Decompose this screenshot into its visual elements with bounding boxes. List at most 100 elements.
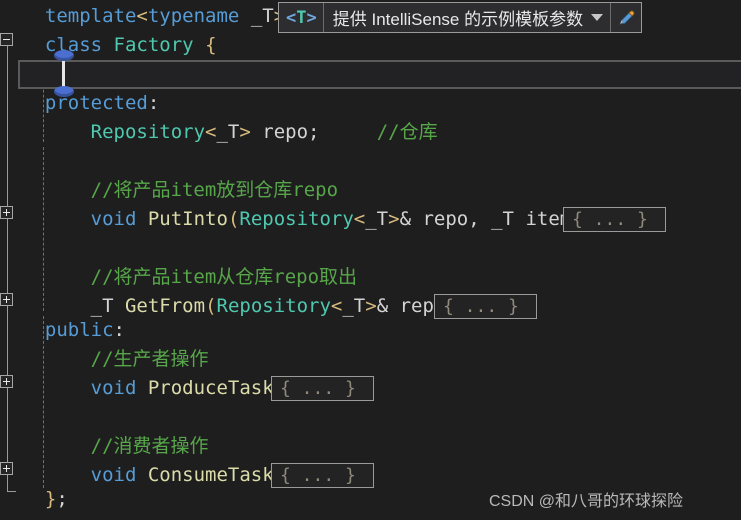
code-line-text: Repository<_T> repo; //仓库 — [0, 121, 438, 143]
code-line-2[interactable]: class Factory { — [0, 31, 217, 60]
token-type: Repository — [216, 295, 331, 317]
token-br1: { — [205, 34, 217, 56]
snippet-handle-bottom[interactable] — [54, 86, 74, 97]
code-line-18[interactable]: }; — [0, 485, 68, 514]
token-com: //仓库 — [376, 121, 438, 143]
token-kw: template — [44, 5, 137, 27]
token-pun: : — [113, 319, 125, 341]
token-type: Repository — [239, 208, 354, 230]
code-line-12[interactable]: public: — [0, 316, 125, 345]
code-line-text: }; — [0, 488, 68, 510]
token-fn: PutInto — [147, 208, 228, 230]
token-pun — [22, 5, 45, 27]
code-line-8[interactable]: void PutInto(Repository<_T>& repo, _T it… — [0, 205, 583, 234]
token-pun — [22, 179, 91, 201]
token-type: Factory — [113, 34, 194, 56]
token-pun: ; — [308, 121, 320, 143]
code-line-text: void ConsumeTask() — [0, 464, 297, 486]
code-line-13[interactable]: //生产者操作 — [0, 345, 209, 374]
token-br1: } — [44, 488, 57, 510]
token-pun — [102, 34, 113, 56]
code-line-1[interactable]: template<typename _T> — [0, 2, 285, 31]
code-line-14[interactable]: void ProduceTask() — [0, 374, 297, 403]
token-pun — [22, 295, 91, 317]
code-editor[interactable]: template<typename _T> class Factory { pr… — [0, 0, 741, 520]
token-com: //生产者操作 — [90, 348, 209, 370]
token-kw: class — [44, 34, 103, 56]
token-pun — [136, 208, 147, 230]
angle-close-glyph: > — [306, 7, 317, 28]
code-line-text: //将产品item放到仓库repo — [0, 179, 338, 201]
token-pun — [114, 295, 125, 317]
token-angle: > — [239, 121, 251, 143]
token-kw: void — [90, 208, 137, 230]
token-pun: , — [468, 208, 492, 230]
code-line-7[interactable]: //将产品item放到仓库repo — [0, 176, 338, 205]
template-parameter-tooltip[interactable]: < T > 提供 IntelliSense 的示例模板参数 — [278, 2, 643, 33]
token-pun — [22, 377, 91, 399]
code-line-text: void ProduceTask() — [0, 377, 297, 399]
token-pun — [22, 435, 91, 457]
token-pun — [194, 34, 205, 56]
csdn-watermark: CSDN @和八哥的环球探险 — [489, 493, 684, 510]
code-line-15[interactable] — [0, 403, 22, 432]
token-pun: : — [147, 92, 160, 114]
token-kw: public — [44, 319, 114, 341]
token-pun — [136, 377, 147, 399]
token-id: _T — [342, 295, 366, 317]
token-pun — [319, 121, 376, 143]
code-line-text: //将产品item从仓库repo取出 — [0, 266, 357, 288]
chevron-down-icon[interactable] — [591, 14, 604, 21]
token-pun — [22, 92, 45, 114]
code-line-text: public: — [0, 319, 125, 341]
current-line-highlight — [18, 60, 741, 89]
token-pun — [22, 121, 91, 143]
code-line-3[interactable] — [0, 60, 22, 89]
token-br1: ( — [227, 208, 240, 230]
token-angle: > — [365, 295, 377, 317]
code-line-10[interactable]: //将产品item从仓库repo取出 — [0, 263, 357, 292]
code-line-5[interactable]: Repository<_T> repo; //仓库 — [0, 118, 438, 147]
token-id: _T — [90, 295, 114, 317]
token-fn: ConsumeTask — [147, 464, 274, 486]
pencil-icon[interactable] — [610, 3, 641, 32]
token-angle: < — [136, 5, 148, 27]
token-kw: typename — [147, 5, 240, 27]
code-line-text: protected: — [0, 92, 159, 114]
token-pun — [22, 34, 45, 56]
token-id: _T — [239, 5, 274, 27]
code-line-16[interactable]: //消费者操作 — [0, 432, 209, 461]
token-angle: < — [330, 295, 343, 317]
token-pun — [22, 464, 91, 486]
token-pun — [22, 319, 45, 341]
snippet-handle-top[interactable] — [54, 50, 74, 61]
token-pun: ; — [56, 488, 68, 510]
collapsed-block-adornment[interactable]: { ... } — [563, 207, 666, 232]
collapsed-block-adornment[interactable]: { ... } — [434, 294, 537, 319]
code-line-text: void PutInto(Repository<_T>& repo, _T it… — [0, 208, 583, 230]
token-id: _T — [216, 121, 240, 143]
code-surface[interactable]: template<typename _T> class Factory { pr… — [0, 0, 741, 520]
token-type: Repository — [90, 121, 206, 143]
template-parameter-label: 提供 IntelliSense 的示例模板参数 — [332, 10, 584, 29]
token-pun — [22, 488, 45, 510]
code-line-text: _T GetFrom(Repository<_T>& repo) — [0, 295, 457, 317]
collapsed-block-adornment[interactable]: { ... } — [271, 376, 374, 401]
token-kw: void — [90, 464, 137, 486]
code-line-text: class Factory { — [0, 34, 217, 56]
token-com: //将产品item从仓库repo取出 — [90, 266, 358, 288]
angle-open-glyph: < — [286, 7, 297, 28]
token-angle: < — [205, 121, 217, 143]
token-kw: void — [90, 377, 137, 399]
code-line-6[interactable] — [0, 147, 22, 176]
code-line-9[interactable] — [0, 234, 22, 263]
template-param-badge: < T > — [279, 3, 324, 32]
token-com: //消费者操作 — [90, 435, 209, 457]
code-line-4[interactable]: protected: — [0, 89, 159, 118]
token-id: repo — [250, 121, 309, 143]
token-pun — [22, 266, 91, 288]
collapsed-block-adornment[interactable]: { ... } — [271, 463, 374, 488]
